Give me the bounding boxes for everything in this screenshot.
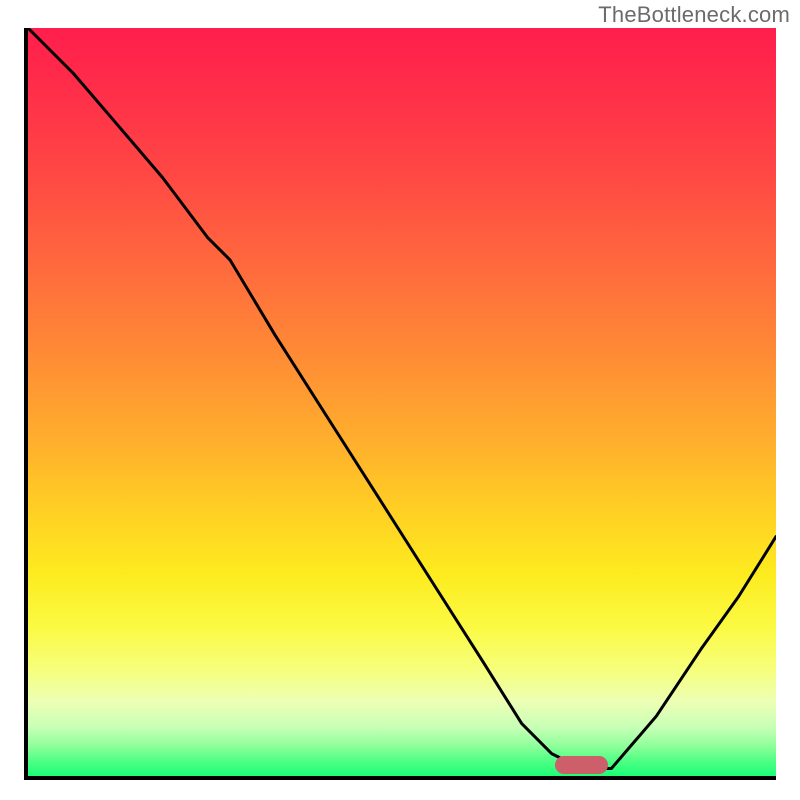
optimal-marker bbox=[555, 756, 607, 774]
chart-area bbox=[24, 28, 776, 780]
bottleneck-curve bbox=[28, 28, 776, 776]
curve-path bbox=[28, 28, 776, 769]
watermark-text: TheBottleneck.com bbox=[598, 2, 790, 28]
